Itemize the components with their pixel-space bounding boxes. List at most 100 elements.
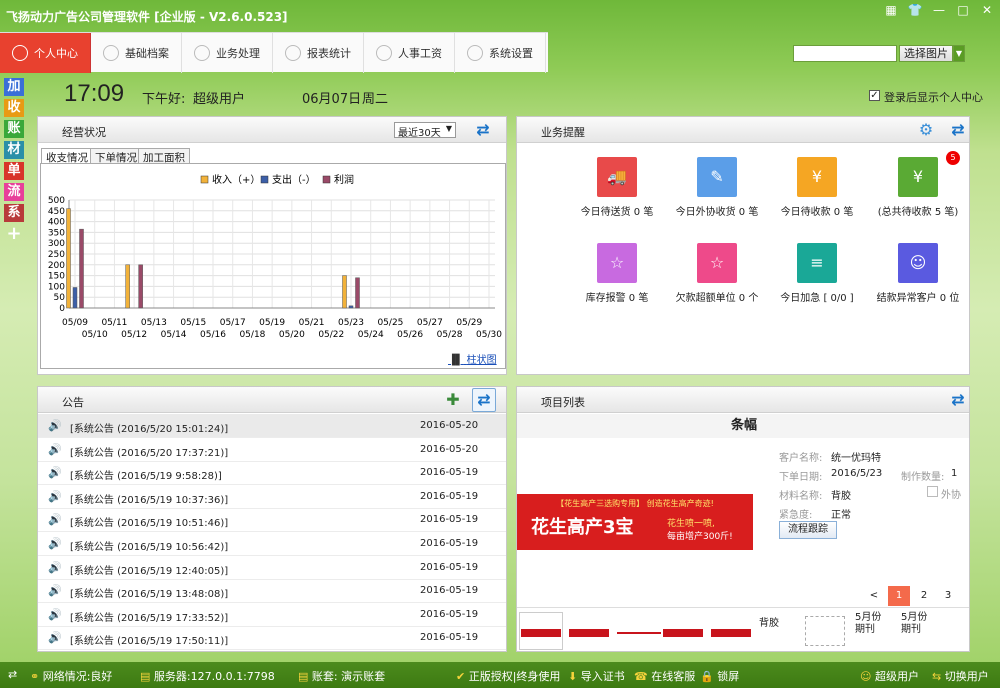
tab-personal[interactable]: 个人中心 bbox=[0, 33, 91, 73]
thumb-item[interactable] bbox=[805, 616, 845, 646]
trace-button[interactable]: 流程跟踪 bbox=[779, 521, 837, 539]
chevron-down-icon[interactable]: ▼ bbox=[953, 45, 965, 62]
switch-user-link[interactable]: ⇆ 切换用户 bbox=[932, 668, 989, 684]
close-button[interactable]: ✕ bbox=[976, 2, 998, 18]
notice-row[interactable]: 🔊 [系统公告 (2016/5/19 9:58:28)] 2016-05-19 bbox=[38, 461, 506, 486]
prev-page-button[interactable]: < bbox=[863, 586, 885, 606]
x-tick-label: 05/11 bbox=[101, 318, 127, 328]
thumb-item[interactable] bbox=[569, 629, 609, 637]
report-icon bbox=[285, 45, 301, 61]
refresh-icon[interactable]: ⇄ bbox=[949, 391, 967, 409]
tab-business[interactable]: 业务处理 bbox=[182, 33, 273, 73]
skin-icon[interactable]: ▦ bbox=[880, 2, 902, 18]
bar-chart-icon: ▐▌ bbox=[448, 355, 464, 366]
banner-side1-text: 花生喷一喷, bbox=[667, 519, 715, 529]
refresh-icon[interactable]: ⇄ bbox=[474, 121, 492, 139]
legend-swatch bbox=[260, 175, 269, 184]
add-notice-icon[interactable]: ✚ bbox=[444, 391, 462, 409]
speaker-icon: 🔊 bbox=[48, 631, 62, 645]
maximize-button[interactable]: □ bbox=[952, 2, 974, 18]
current-user[interactable]: ☺ 超级用户 bbox=[860, 668, 919, 684]
y-tick-label: 300 bbox=[48, 239, 65, 249]
thumb-strip: 背胶 5月份期刊 5月份期刊 bbox=[517, 607, 969, 651]
notice-row[interactable]: 🔊 [系统公告 (2016/5/19 10:51:46)] 2016-05-19 bbox=[38, 508, 506, 533]
notice-row[interactable]: 🔊 [系统公告 (2016/5/19 10:37:36)] 2016-05-19 bbox=[38, 485, 506, 509]
tab-area[interactable]: 加工面积 bbox=[138, 148, 190, 164]
quick-button[interactable]: 账 bbox=[4, 120, 24, 138]
thumb-item[interactable] bbox=[617, 632, 661, 634]
speaker-icon: 🔊 bbox=[48, 607, 62, 621]
notice-row[interactable]: 🔊 [系统公告 (2016/5/19 17:50:11)] 2016-05-19 bbox=[38, 626, 506, 651]
quick-button[interactable]: 单 bbox=[4, 162, 24, 180]
thumb-item[interactable] bbox=[521, 629, 561, 637]
license-status: ✔ 正版授权|终身使用 bbox=[456, 670, 561, 683]
minimize-button[interactable]: — bbox=[928, 2, 950, 18]
network-status: ⚭ 网络情况:良好 bbox=[30, 670, 113, 683]
search-input[interactable] bbox=[793, 45, 897, 62]
biz-item-label: 今日待送货 0 笔 bbox=[580, 207, 654, 218]
tab-orders[interactable]: 下单情况 bbox=[90, 148, 142, 164]
shirt-icon[interactable]: 👕 bbox=[904, 2, 926, 18]
quick-button[interactable]: 流 bbox=[4, 183, 24, 201]
notice-date: 2016-05-19 bbox=[420, 632, 479, 644]
legend-label: 收入（+） bbox=[212, 173, 260, 186]
biz-item-label: 今日加急 [ 0/0 ] bbox=[780, 293, 854, 304]
notice-date: 2016-05-19 bbox=[420, 538, 479, 549]
clock: 17:09 bbox=[64, 80, 125, 107]
notice-date: 2016-05-19 bbox=[420, 608, 479, 620]
x-tick-label: 05/17 bbox=[220, 318, 246, 328]
quick-button[interactable]: 材 bbox=[4, 141, 24, 159]
tab-income-expense[interactable]: 收支情况 bbox=[41, 148, 93, 164]
biz-item[interactable]: ¥ 今日待收款 0 笔 bbox=[762, 157, 872, 218]
biz-item[interactable]: ☆ 库存报警 0 笔 bbox=[562, 243, 672, 304]
thumb-item[interactable] bbox=[711, 629, 751, 637]
gear-icon[interactable]: ⚙ bbox=[917, 121, 935, 139]
notice-row[interactable]: 🔊 [系统公告 (2016/5/20 17:37:21)] 2016-05-20 bbox=[38, 438, 506, 462]
banner-image[interactable]: 【花生高产三选购专用】 创造花生高产奇迹! 花生高产3宝 花生喷一喷, 每亩增产… bbox=[517, 494, 753, 550]
quick-button[interactable]: 加 bbox=[4, 78, 24, 96]
biz-item-label: 今日待收款 0 笔 bbox=[780, 207, 854, 218]
import-cert-link[interactable]: ⬇ 导入证书 bbox=[568, 668, 625, 684]
speaker-icon: 🔊 bbox=[48, 537, 62, 550]
notice-date: 2016-05-19 bbox=[420, 585, 479, 597]
choose-image-button[interactable]: 选择图片 bbox=[899, 45, 953, 62]
thumb-label: 5月份期刊 bbox=[901, 612, 928, 635]
tab-basic-files[interactable]: 基础档案 bbox=[91, 33, 182, 73]
biz-item[interactable]: ☆ 欠款超额单位 0 个 bbox=[662, 243, 772, 304]
quick-button[interactable]: 系 bbox=[4, 204, 24, 222]
page-button[interactable]: 1 bbox=[888, 586, 910, 606]
next-page-button[interactable]: > bbox=[962, 586, 970, 606]
outsource-checkbox[interactable] bbox=[927, 486, 938, 497]
biz-item[interactable]: ¥ (总共待收款 5 笔) 5 bbox=[863, 151, 973, 218]
notice-row[interactable]: 🔊 [系统公告 (2016/5/19 12:40:05)] 2016-05-19 bbox=[38, 556, 506, 580]
biz-item[interactable]: ✎ 今日外协收货 0 笔 bbox=[662, 157, 772, 218]
notice-row[interactable]: 🔊 [系统公告 (2016/5/19 10:56:42)] 2016-05-19 bbox=[38, 532, 506, 556]
page-button[interactable]: 3 bbox=[937, 586, 959, 606]
quick-button[interactable]: + bbox=[4, 225, 24, 243]
biz-panel: 业务提醒 ⚙ ⇄ 🚚 今日待送货 0 笔 ✎ 今日外协收货 0 笔 ¥ 今日待收款 0 笔… bbox=[516, 116, 970, 375]
bar bbox=[66, 208, 71, 309]
show-on-login-checkbox[interactable]: ✓ bbox=[869, 90, 880, 101]
bar-chart-link[interactable]: ▐▌ 柱状图 bbox=[448, 351, 497, 366]
refresh-icon[interactable]: ⇄ bbox=[949, 121, 967, 139]
range-select[interactable]: 最近30天 ▼ bbox=[394, 122, 456, 139]
biz-item[interactable]: ☺ 结款异常客户 0 位 bbox=[863, 243, 973, 304]
notice-row[interactable]: 🔊 [系统公告 (2016/5/20 15:01:24)] 2016-05-20 bbox=[38, 414, 506, 438]
thumb-item[interactable] bbox=[663, 629, 703, 637]
refresh-button[interactable]: ⇄ bbox=[472, 388, 496, 412]
project-panel-header: 项目列表 ⇄ bbox=[517, 387, 969, 413]
page-button[interactable]: 2 bbox=[913, 586, 935, 606]
notice-row[interactable]: 🔊 [系统公告 (2016/5/19 13:48:08)] 2016-05-19 bbox=[38, 579, 506, 604]
tab-reports[interactable]: 报表统计 bbox=[273, 33, 364, 73]
tab-settings[interactable]: 系统设置 bbox=[455, 33, 546, 73]
biz-item[interactable]: ≡ 今日加急 [ 0/0 ] bbox=[762, 243, 872, 304]
legend-swatch bbox=[322, 175, 331, 184]
biz-item[interactable]: 🚚 今日待送货 0 笔 bbox=[562, 157, 672, 218]
notice-row[interactable]: 🔊 [系统公告 (2016/5/19 17:33:52)] 2016-05-19 bbox=[38, 603, 506, 627]
lock-screen-link[interactable]: 🔒 锁屏 bbox=[700, 668, 739, 684]
quick-button[interactable]: 收 bbox=[4, 99, 24, 117]
x-tick-label: 05/10 bbox=[82, 330, 108, 340]
biz-item-label: 库存报警 0 笔 bbox=[585, 293, 649, 304]
tab-hr[interactable]: 人事工资 bbox=[364, 33, 455, 73]
online-service-link[interactable]: ☎ 在线客服 bbox=[634, 668, 695, 684]
